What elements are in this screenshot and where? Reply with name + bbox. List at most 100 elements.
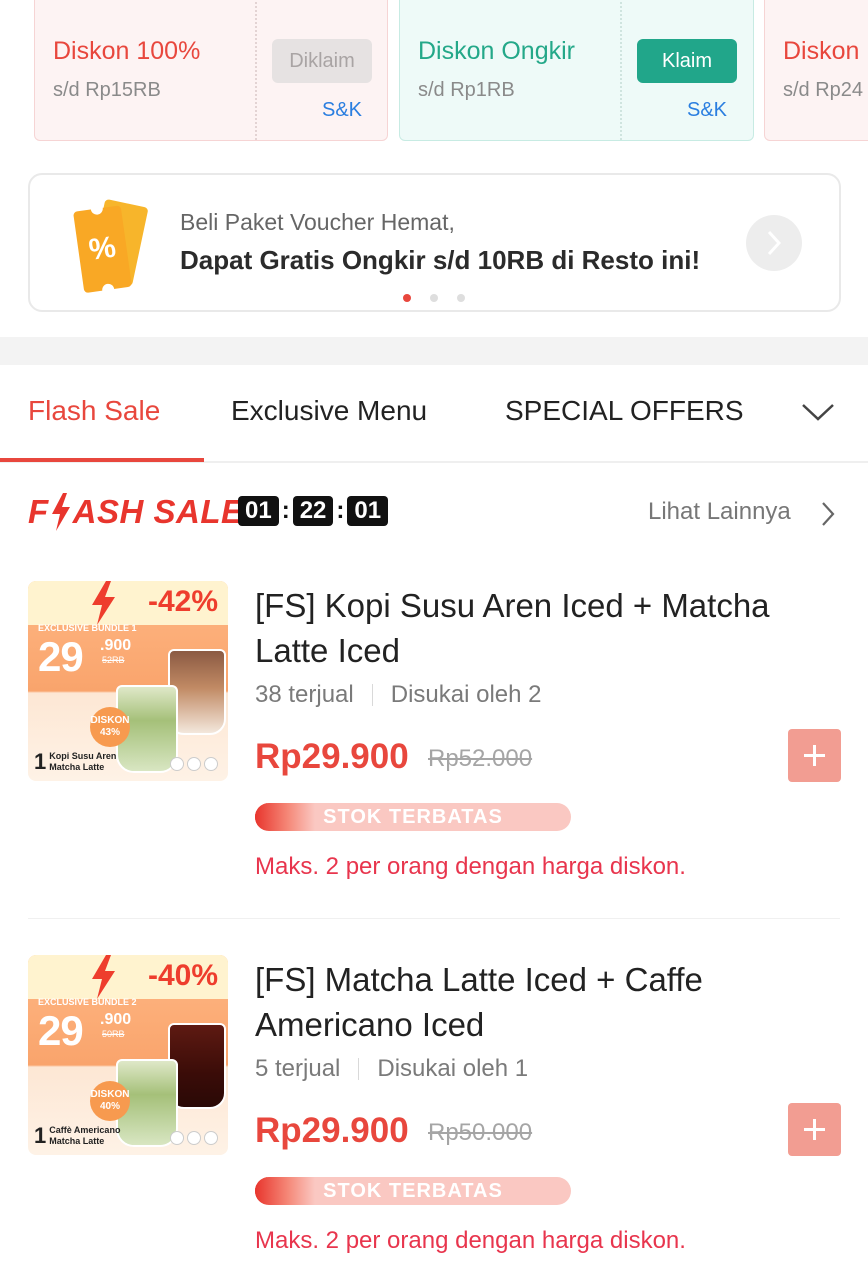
menu-tabs: Flash Sale Exclusive Menu SPECIAL OFFERS bbox=[0, 365, 868, 463]
product-divider bbox=[28, 918, 840, 919]
caption-line-2: Matcha Latte bbox=[49, 1136, 105, 1146]
flash-sale-logo-left: F bbox=[28, 493, 49, 530]
image-discount-label: -40% bbox=[147, 959, 218, 992]
badge-value: 43% bbox=[99, 727, 120, 738]
lightning-icon bbox=[51, 493, 70, 531]
voucher-terms-link[interactable]: S&K bbox=[322, 99, 362, 122]
add-to-cart-button[interactable] bbox=[788, 729, 841, 782]
original-price: Rp50.000 bbox=[428, 1119, 533, 1146]
image-discount-badge: DISKON 43% bbox=[90, 707, 130, 747]
voucher-divider bbox=[255, 0, 257, 140]
liked-count: Disukai oleh 2 bbox=[390, 681, 542, 708]
image-price-big: 29 bbox=[38, 633, 84, 680]
voucher-card-diskon-100[interactable]: Diskon 100% s/d Rp15RB Diklaim S&K bbox=[34, 0, 388, 141]
flash-sale-header: F ASH SALE 01 : 22 : 01 Lihat Lainnya bbox=[0, 490, 868, 534]
image-discount-badge: DISKON 40% bbox=[90, 1081, 130, 1121]
svg-text:%: % bbox=[87, 231, 118, 267]
image-caption: 1 Kopi Susu Aren Matcha Latte bbox=[34, 751, 116, 773]
meta-divider bbox=[358, 1058, 360, 1080]
caption-line-1: Kopi Susu Aren bbox=[49, 751, 117, 761]
promo-line-2: Dapat Gratis Ongkir s/d 10RB di Resto in… bbox=[180, 245, 701, 275]
timer-separator: : bbox=[281, 497, 290, 524]
pagination-dot-active bbox=[403, 294, 411, 302]
chevron-right-icon[interactable] bbox=[820, 501, 836, 527]
caption-number: 1 bbox=[34, 749, 47, 774]
promo-next-button[interactable] bbox=[746, 215, 802, 271]
flash-sale-logo-right: ASH SALE bbox=[72, 493, 244, 530]
product-meta: 5 terjual Disukai oleh 1 bbox=[255, 1055, 528, 1083]
voucher-title: Diskon 100% bbox=[53, 37, 201, 65]
stock-label: STOK TERBATAS bbox=[323, 1180, 503, 1202]
voucher-divider bbox=[620, 0, 622, 140]
tab-flash-sale[interactable]: Flash Sale bbox=[28, 395, 160, 427]
badge-label: DISKON bbox=[90, 1089, 130, 1100]
image-bundle-label: EXCLUSIVE BUNDLE 2 bbox=[38, 997, 137, 1007]
tab-special-offers[interactable]: SPECIAL OFFERS bbox=[505, 395, 744, 427]
sold-count: 5 terjual bbox=[255, 1055, 341, 1082]
product-image[interactable]: -42% EXCLUSIVE BUNDLE 1 29 .900 52RB DIS… bbox=[28, 581, 228, 781]
carousel-pagination bbox=[403, 294, 465, 302]
lightning-icon bbox=[92, 955, 115, 999]
caption-line-1: Caffè Americano bbox=[49, 1125, 121, 1135]
image-caption: 1 Caffè Americano Matcha Latte bbox=[34, 1125, 120, 1147]
tab-exclusive-menu[interactable]: Exclusive Menu bbox=[231, 395, 427, 427]
meta-divider bbox=[371, 684, 373, 706]
caption-number: 1 bbox=[34, 1123, 47, 1148]
plus-icon bbox=[804, 745, 825, 766]
voucher-title: Diskon Ongkir bbox=[418, 37, 575, 65]
timer-seconds: 01 bbox=[347, 496, 389, 526]
countdown-timer: 01 : 22 : 01 bbox=[238, 496, 389, 526]
voucher-subtitle: s/d Rp24 bbox=[783, 79, 864, 101]
badge-label: DISKON bbox=[90, 715, 130, 726]
image-price-strike: 52RB bbox=[102, 655, 125, 665]
image-price-small: .900 bbox=[100, 1011, 132, 1028]
timer-minutes: 22 bbox=[292, 496, 334, 526]
image-discount-label: -42% bbox=[147, 585, 218, 618]
product-title[interactable]: [FS] Matcha Latte Iced + Caffe Americano… bbox=[255, 957, 845, 1047]
voucher-title: Diskon bbox=[783, 37, 860, 65]
section-separator bbox=[0, 337, 868, 365]
voucher-claimed-button[interactable]: Diklaim bbox=[272, 39, 372, 83]
flash-sale-logo: F ASH SALE bbox=[28, 492, 244, 532]
stock-progress-bar: STOK TERBATAS bbox=[255, 1177, 571, 1205]
purchase-limit-note: Maks. 2 per orang dengan harga diskon. bbox=[255, 853, 686, 880]
chevron-down-icon[interactable] bbox=[800, 401, 836, 423]
badge-value: 40% bbox=[99, 1101, 120, 1112]
product-title[interactable]: [FS] Kopi Susu Aren Iced + Matcha Latte … bbox=[255, 583, 845, 673]
timer-hours: 01 bbox=[238, 496, 279, 526]
pagination-dot bbox=[457, 294, 465, 302]
voucher-subtitle: s/d Rp1RB bbox=[418, 79, 515, 101]
liked-count: Disukai oleh 1 bbox=[377, 1055, 529, 1082]
voucher-card-diskon-ongkir[interactable]: Diskon Ongkir s/d Rp1RB Klaim S&K bbox=[399, 0, 754, 141]
image-price-big: 29 bbox=[38, 1007, 84, 1054]
plus-icon bbox=[804, 1119, 825, 1140]
pagination-dot bbox=[430, 294, 438, 302]
voucher-ticket-icon: % bbox=[73, 199, 148, 293]
voucher-card-partial[interactable]: Diskon s/d Rp24 bbox=[764, 0, 868, 141]
voucher-subtitle: s/d Rp15RB bbox=[53, 79, 161, 101]
image-bundle-label: EXCLUSIVE BUNDLE 1 bbox=[38, 623, 137, 633]
voucher-package-banner[interactable]: % Beli Paket Voucher Hemat, Dapat Gratis… bbox=[28, 173, 841, 312]
voucher-terms-link[interactable]: S&K bbox=[687, 99, 727, 122]
sold-count: 38 terjual bbox=[255, 681, 354, 708]
product-image[interactable]: -40% EXCLUSIVE BUNDLE 2 29 .900 50RB DIS… bbox=[28, 955, 228, 1155]
promo-line-1: Beli Paket Voucher Hemat, bbox=[180, 209, 455, 235]
stock-label: STOK TERBATAS bbox=[323, 806, 503, 828]
purchase-limit-note: Maks. 2 per orang dengan harga diskon. bbox=[255, 1227, 686, 1254]
sale-price: Rp29.900 bbox=[255, 737, 409, 776]
chevron-right-icon bbox=[767, 230, 782, 256]
voucher-claim-button[interactable]: Klaim bbox=[637, 39, 737, 83]
product-meta: 38 terjual Disukai oleh 2 bbox=[255, 681, 541, 709]
voucher-carousel[interactable]: Diskon 100% s/d Rp15RB Diklaim S&K Disko… bbox=[0, 0, 868, 142]
add-to-cart-button[interactable] bbox=[788, 1103, 841, 1156]
image-price-strike: 50RB bbox=[102, 1029, 125, 1039]
caption-line-2: Matcha Latte bbox=[49, 762, 105, 772]
see-more-link[interactable]: Lihat Lainnya bbox=[648, 498, 791, 526]
active-tab-indicator bbox=[0, 458, 204, 462]
stock-progress-bar: STOK TERBATAS bbox=[255, 803, 571, 831]
brand-logos bbox=[170, 757, 218, 771]
image-price-small: .900 bbox=[100, 637, 132, 654]
brand-logos bbox=[170, 1131, 218, 1145]
lightning-icon bbox=[92, 581, 115, 625]
original-price: Rp52.000 bbox=[428, 745, 533, 772]
